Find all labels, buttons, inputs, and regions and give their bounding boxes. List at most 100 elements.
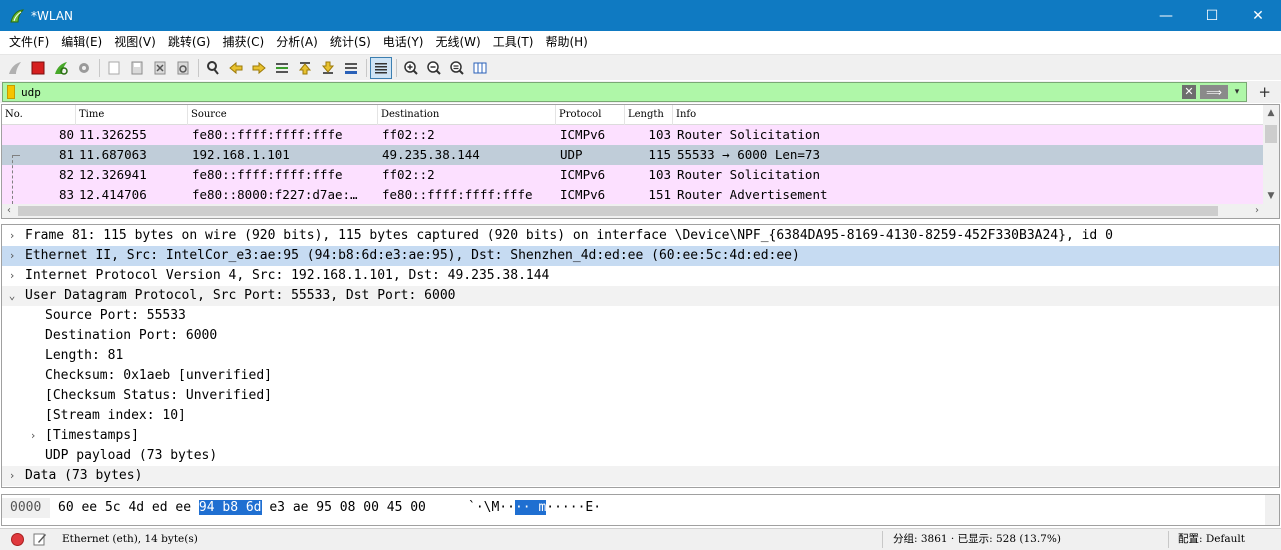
bookmark-icon[interactable] xyxy=(7,85,15,99)
column-header-no[interactable]: No. xyxy=(2,105,76,125)
apply-filter-button[interactable]: ⟹ xyxy=(1200,85,1228,99)
collapse-arrow-icon[interactable]: ⌄ xyxy=(6,286,18,306)
column-header-destination[interactable]: Destination xyxy=(378,105,556,125)
column-header-info[interactable]: Info xyxy=(673,105,1264,125)
menu-view[interactable]: 视图(V) xyxy=(108,31,162,53)
zoom-normal-button[interactable] xyxy=(446,57,468,79)
bytes-vertical-scrollbar[interactable] xyxy=(1265,495,1279,525)
close-file-icon xyxy=(154,61,166,74)
column-header-time[interactable]: Time xyxy=(76,105,188,125)
zoom-in-button[interactable] xyxy=(400,57,422,79)
maximize-button[interactable]: ☐ xyxy=(1189,0,1235,31)
menu-go[interactable]: 跳转(G) xyxy=(162,31,217,53)
packet-time: 11.326255 xyxy=(79,127,147,142)
packet-length: 103 xyxy=(648,127,671,142)
restart-capture-button[interactable] xyxy=(50,57,72,79)
expand-arrow-icon[interactable]: › xyxy=(6,266,18,286)
menu-statistics[interactable]: 统计(S) xyxy=(324,31,377,53)
expand-arrow-icon[interactable]: › xyxy=(6,246,18,266)
capture-options-button[interactable] xyxy=(73,57,95,79)
menu-capture[interactable]: 捕获(C) xyxy=(216,31,270,53)
clear-filter-icon[interactable]: ✕ xyxy=(1182,85,1196,99)
first-packet-button[interactable] xyxy=(294,57,316,79)
expand-arrow-icon[interactable]: › xyxy=(6,226,18,246)
packet-details-tree[interactable]: › Frame 81: 115 bytes on wire (920 bits)… xyxy=(1,224,1280,488)
menu-help[interactable]: 帮助(H) xyxy=(539,31,593,53)
reload-file-button[interactable] xyxy=(172,57,194,79)
scrollbar-thumb[interactable] xyxy=(18,206,1218,216)
menu-file[interactable]: 文件(F) xyxy=(3,31,55,53)
close-file-button[interactable] xyxy=(149,57,171,79)
filter-history-dropdown-icon[interactable]: ▾ xyxy=(1231,85,1243,99)
menu-telephony[interactable]: 电话(Y) xyxy=(377,31,430,53)
close-button[interactable]: ✕ xyxy=(1235,0,1281,31)
menu-wireless[interactable]: 无线(W) xyxy=(430,31,487,53)
start-capture-button[interactable] xyxy=(4,57,26,79)
tree-item-stream-index[interactable]: [Stream index: 10] xyxy=(2,406,1279,426)
stop-icon xyxy=(31,61,45,74)
packet-list[interactable]: No. Time Source Destination Protocol Len… xyxy=(1,104,1280,219)
tree-item-ethernet[interactable]: › Ethernet II, Src: IntelCor_e3:ae:95 (9… xyxy=(2,246,1279,266)
open-file-button[interactable] xyxy=(103,57,125,79)
display-filter-value[interactable]: udp xyxy=(21,86,41,99)
packet-bytes-pane[interactable]: 0000 60 ee 5c 4d ed ee 94 b8 6d e3 ae 95… xyxy=(1,494,1280,526)
expand-arrow-icon[interactable]: › xyxy=(6,466,18,486)
scroll-left-icon[interactable]: ‹ xyxy=(2,204,16,218)
colorize-button[interactable] xyxy=(370,56,392,79)
scrollbar-thumb[interactable] xyxy=(1265,125,1277,143)
column-header-source[interactable]: Source xyxy=(188,105,378,125)
packet-row[interactable]: 82 12.326941 fe80::ffff:ffff:fffe ff02::… xyxy=(2,165,1264,185)
scroll-right-icon[interactable]: › xyxy=(1250,204,1264,218)
packet-row-selected[interactable]: 81 11.687063 192.168.1.101 49.235.38.144… xyxy=(2,145,1264,165)
wireshark-fin-icon xyxy=(10,8,25,22)
scroll-up-icon[interactable]: ▲ xyxy=(1263,105,1279,121)
tree-item-label: Ethernet II, Src: IntelCor_e3:ae:95 (94:… xyxy=(25,248,800,263)
last-packet-button[interactable] xyxy=(317,57,339,79)
packet-list-horizontal-scrollbar[interactable]: ‹ › xyxy=(2,204,1264,218)
tree-item-destination-port[interactable]: Destination Port: 6000 xyxy=(2,326,1279,346)
go-to-packet-button[interactable] xyxy=(271,57,293,79)
packet-row[interactable]: 80 11.326255 fe80::ffff:ffff:fffe ff02::… xyxy=(2,125,1264,145)
tree-item-length[interactable]: Length: 81 xyxy=(2,346,1279,366)
capture-status-icon[interactable] xyxy=(11,533,24,546)
zoom-out-button[interactable] xyxy=(423,57,445,79)
tree-item-udp[interactable]: ⌄ User Datagram Protocol, Src Port: 5553… xyxy=(2,286,1279,306)
autoscroll-button[interactable] xyxy=(340,57,362,79)
packet-list-vertical-scrollbar[interactable]: ▲ ▼ xyxy=(1263,105,1279,204)
column-header-length[interactable]: Length xyxy=(625,105,673,125)
column-header-protocol[interactable]: Protocol xyxy=(556,105,625,125)
display-filter-input[interactable]: udp ✕ ⟹ ▾ xyxy=(2,82,1247,102)
status-profile[interactable]: 配置: Default xyxy=(1178,529,1245,550)
tree-item-ipv4[interactable]: › Internet Protocol Version 4, Src: 192.… xyxy=(2,266,1279,286)
toolbar-separator xyxy=(396,58,397,77)
tree-item-checksum-status[interactable]: [Checksum Status: Unverified] xyxy=(2,386,1279,406)
menu-analyze[interactable]: 分析(A) xyxy=(270,31,324,53)
menu-edit[interactable]: 编辑(E) xyxy=(55,31,108,53)
ascii-dump[interactable]: `·\M···· m·····E· xyxy=(468,498,601,518)
packet-info: Router Advertisement xyxy=(677,187,828,202)
tree-item-data[interactable]: › Data (73 bytes) xyxy=(2,466,1279,486)
tree-item-frame[interactable]: › Frame 81: 115 bytes on wire (920 bits)… xyxy=(2,226,1279,246)
resize-columns-button[interactable] xyxy=(469,57,491,79)
zoom-out-icon xyxy=(427,60,441,75)
save-file-button[interactable] xyxy=(126,57,148,79)
tree-item-udp-payload[interactable]: UDP payload (73 bytes) xyxy=(2,446,1279,466)
edit-comment-icon[interactable] xyxy=(33,532,47,546)
expand-arrow-icon[interactable]: › xyxy=(27,426,39,446)
hex-dump[interactable]: 60 ee 5c 4d ed ee 94 b8 6d e3 ae 95 08 0… xyxy=(58,498,426,518)
tree-item-label: Destination Port: 6000 xyxy=(45,328,218,343)
scrollbar-corner xyxy=(1263,204,1279,218)
minimize-button[interactable]: — xyxy=(1143,0,1189,31)
zoom-reset-icon xyxy=(450,60,464,75)
packet-row[interactable]: 83 12.414706 fe80::8000:f227:d7ae:… fe80… xyxy=(2,185,1264,204)
scroll-down-icon[interactable]: ▼ xyxy=(1263,188,1279,204)
menu-tools[interactable]: 工具(T) xyxy=(487,31,540,53)
go-back-button[interactable] xyxy=(225,57,247,79)
tree-item-checksum[interactable]: Checksum: 0x1aeb [unverified] xyxy=(2,366,1279,386)
find-packet-button[interactable] xyxy=(202,57,224,79)
add-filter-button[interactable]: + xyxy=(1258,83,1271,101)
stop-capture-button[interactable] xyxy=(27,57,49,79)
tree-item-timestamps[interactable]: › [Timestamps] xyxy=(2,426,1279,446)
go-forward-button[interactable] xyxy=(248,57,270,79)
tree-item-source-port[interactable]: Source Port: 55533 xyxy=(2,306,1279,326)
